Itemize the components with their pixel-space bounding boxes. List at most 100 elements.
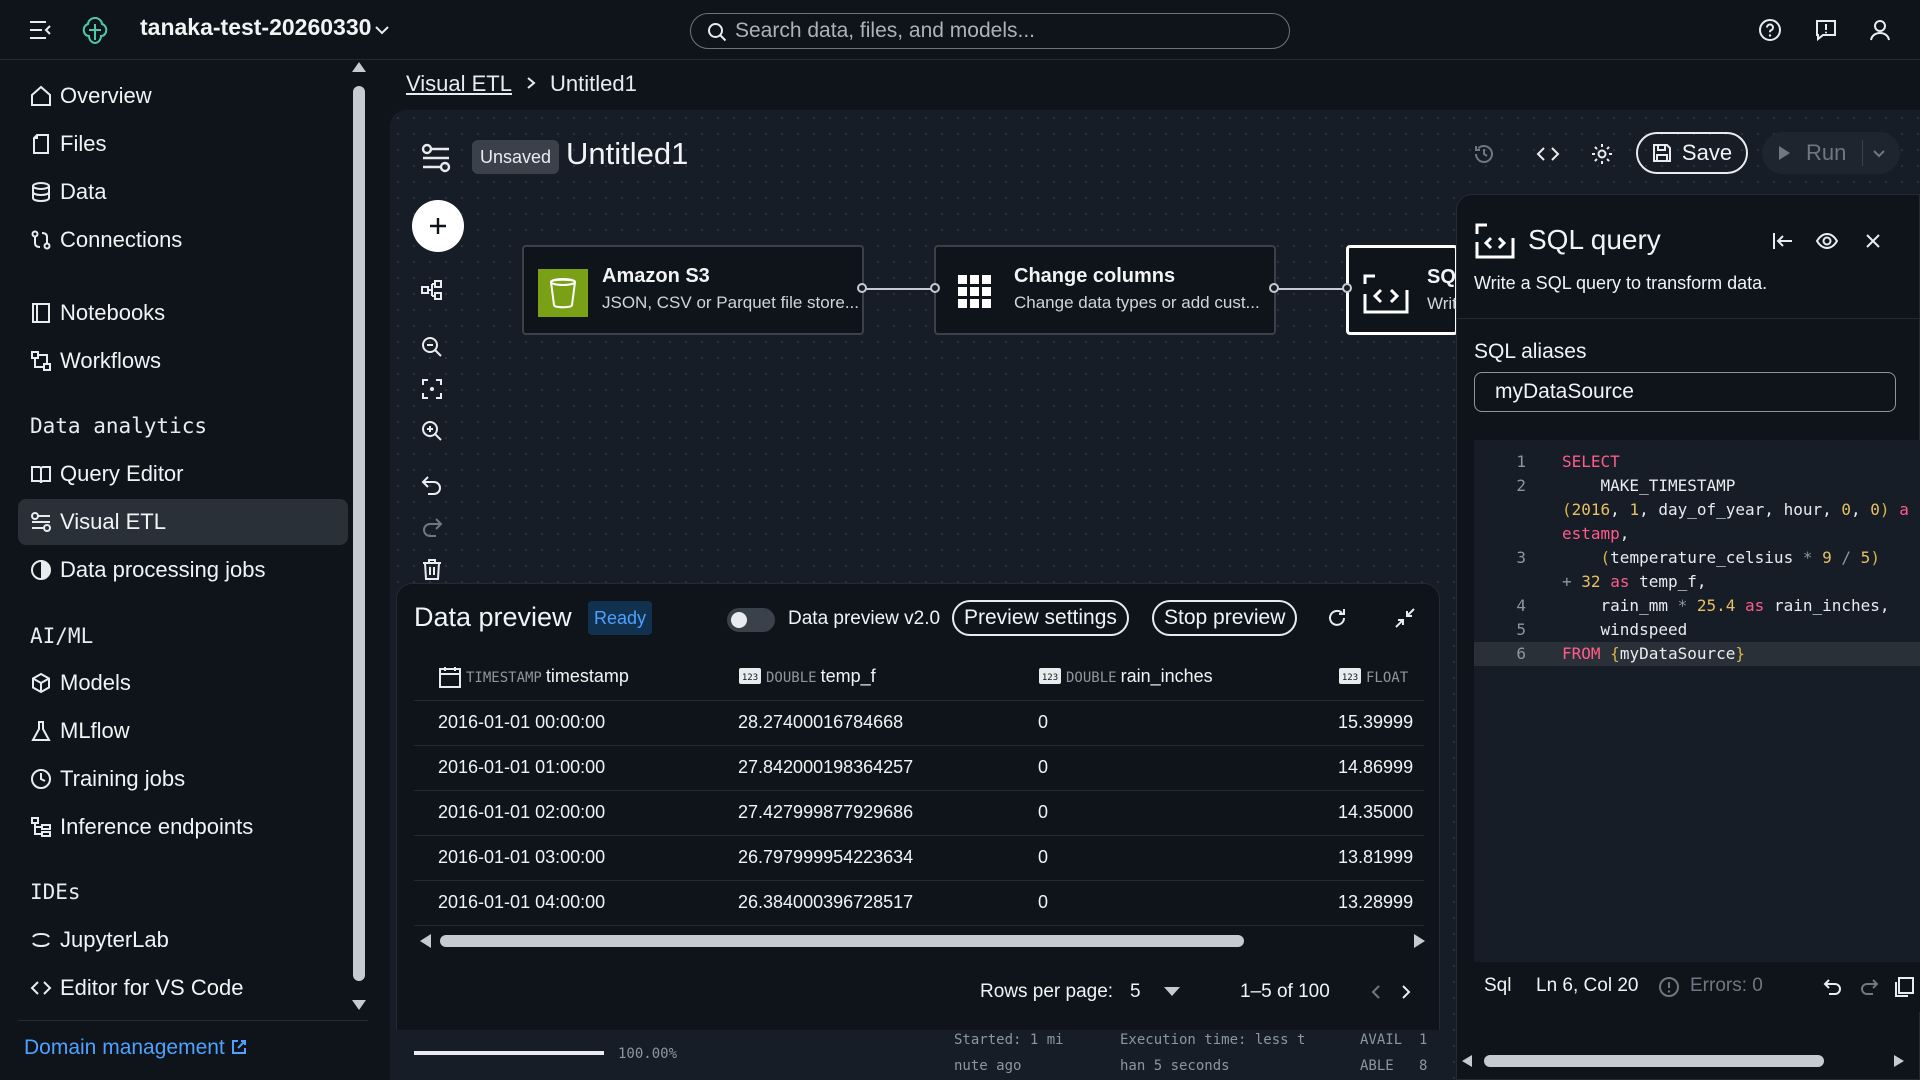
table-cell[interactable]: 0 — [1014, 790, 1314, 836]
sql-alias-input[interactable] — [1474, 372, 1896, 412]
table-cell[interactable]: 14.86999 — [1314, 745, 1424, 791]
node-change-columns[interactable]: Change columns Change data types or add … — [934, 245, 1276, 335]
sidebar-item-editor-vs-code[interactable]: Editor for VS Code — [18, 965, 348, 1011]
project-name[interactable]: tanaka-test-20260330 — [140, 14, 371, 41]
input-port[interactable] — [930, 283, 940, 293]
sidebar-item-notebooks[interactable]: Notebooks — [18, 290, 348, 336]
editor-horizontal-scrollbar[interactable] — [1484, 1055, 1824, 1067]
code-line[interactable]: 2 MAKE_TIMESTAMP — [1474, 474, 1920, 498]
add-node-button[interactable] — [412, 200, 464, 252]
feedback-icon[interactable] — [1814, 18, 1838, 42]
redo-icon[interactable] — [1858, 976, 1880, 998]
rows-per-page-select[interactable]: 5 — [1130, 981, 1141, 1003]
sidebar-item-jupyterlab[interactable]: JupyterLab — [18, 917, 348, 963]
node-amazon-s3[interactable]: Amazon S3 JSON, CSV or Parquet file stor… — [522, 245, 864, 335]
table-cell[interactable]: 13.81999 — [1314, 835, 1424, 881]
preview-eye-icon[interactable] — [1816, 230, 1838, 252]
sidebar-scrollbar[interactable] — [353, 86, 365, 981]
code-line[interactable]: 1 SELECT — [1474, 450, 1920, 474]
scroll-right-arrow[interactable] — [1414, 934, 1425, 948]
scroll-right-arrow[interactable] — [1894, 1055, 1904, 1067]
table-cell[interactable]: 0 — [1014, 835, 1314, 881]
sidebar-item-mlflow[interactable]: MLflow — [18, 708, 348, 754]
sidebar-item-connections[interactable]: Connections — [18, 217, 348, 263]
code-line[interactable]: + 32 as temp_f, — [1474, 570, 1920, 594]
scroll-left-arrow[interactable] — [420, 934, 431, 948]
sidebar-item-overview[interactable]: Overview — [18, 73, 348, 119]
run-button[interactable]: Run — [1762, 132, 1900, 174]
table-cell[interactable]: 0 — [1014, 745, 1314, 791]
column-header-timestamp[interactable]: TIMESTAMP timestamp — [414, 654, 714, 701]
domain-management-link[interactable]: Domain management — [24, 1036, 247, 1060]
code-line[interactable]: 6 FROM {myDataSource} — [1474, 642, 1920, 666]
collapse-panel-icon[interactable] — [1772, 230, 1794, 252]
table-cell[interactable]: 27.842000198364257 — [714, 745, 1014, 791]
redo-icon[interactable] — [420, 515, 444, 539]
table-cell[interactable]: 14.35000 — [1314, 790, 1424, 836]
sidebar-item-inference-endpoints[interactable]: Inference endpoints — [18, 804, 348, 850]
table-cell[interactable]: 2016-01-01 00:00:00 — [414, 700, 714, 746]
table-cell[interactable]: 26.797999954223634 — [714, 835, 1014, 881]
collapse-menu-icon[interactable] — [28, 18, 54, 42]
table-cell[interactable]: 2016-01-01 03:00:00 — [414, 835, 714, 881]
sidebar-item-files[interactable]: Files — [18, 121, 348, 167]
search-bar[interactable] — [690, 13, 1290, 49]
code-line[interactable]: (2016, 1, day_of_year, hour, 0, 0) a — [1474, 498, 1920, 522]
sidebar-item-training-jobs[interactable]: Training jobs — [18, 756, 348, 802]
column-header-float[interactable]: 123 FLOAT — [1314, 654, 1424, 701]
table-cell[interactable]: 27.427999877929686 — [714, 790, 1014, 836]
data-preview-v2-toggle[interactable] — [727, 608, 775, 632]
help-icon[interactable] — [1758, 18, 1782, 42]
table-horizontal-scrollbar[interactable] — [440, 935, 1244, 947]
refresh-icon[interactable] — [1326, 607, 1348, 629]
search-input[interactable] — [735, 18, 1275, 44]
history-icon[interactable] — [1472, 142, 1496, 166]
code-line[interactable]: 4 rain_mm * 25.4 as rain_inches, — [1474, 594, 1920, 618]
chevron-down-icon[interactable] — [372, 20, 392, 40]
user-icon[interactable] — [1868, 18, 1892, 42]
close-icon[interactable] — [1862, 230, 1884, 252]
node-sql-query[interactable]: SQ Writ — [1346, 245, 1458, 335]
output-port[interactable] — [857, 283, 867, 293]
output-port[interactable] — [1269, 283, 1279, 293]
sidebar-item-workflows[interactable]: Workflows — [18, 338, 348, 384]
zoom-in-icon[interactable] — [420, 419, 444, 443]
next-page-icon[interactable] — [1396, 983, 1414, 1001]
table-cell[interactable]: 13.28999 — [1314, 880, 1424, 926]
auto-layout-icon[interactable] — [420, 278, 444, 302]
code-line[interactable]: 5 windspeed — [1474, 618, 1920, 642]
sidebar-item-models[interactable]: Models — [18, 660, 348, 706]
undo-icon[interactable] — [1822, 976, 1844, 998]
sidebar-item-data-processing-jobs[interactable]: Data processing jobs — [18, 547, 348, 593]
column-header-temp-f[interactable]: 123 DOUBLE temp_f — [714, 654, 1014, 701]
chevron-down-icon[interactable] — [1870, 144, 1888, 162]
fit-view-icon[interactable] — [420, 377, 444, 401]
copy-icon[interactable] — [1894, 976, 1916, 998]
table-cell[interactable]: 0 — [1014, 700, 1314, 746]
table-cell[interactable]: 28.27400016784668 — [714, 700, 1014, 746]
table-cell[interactable]: 2016-01-01 01:00:00 — [414, 745, 714, 791]
zoom-out-icon[interactable] — [420, 335, 444, 359]
table-cell[interactable]: 2016-01-01 04:00:00 — [414, 880, 714, 926]
stop-preview-button[interactable]: Stop preview — [1152, 600, 1298, 636]
sidebar-item-query-editor[interactable]: Query Editor — [18, 451, 348, 497]
sidebar-item-visual-etl[interactable]: Visual ETL — [18, 499, 348, 545]
table-cell[interactable]: 0 — [1014, 880, 1314, 926]
scroll-left-arrow[interactable] — [1462, 1055, 1472, 1067]
undo-icon[interactable] — [420, 473, 444, 497]
settings-gear-icon[interactable] — [1590, 142, 1614, 166]
collapse-icon[interactable] — [1394, 607, 1416, 629]
input-port[interactable] — [1342, 283, 1352, 293]
table-cell[interactable]: 15.39999 — [1314, 700, 1424, 746]
code-line[interactable]: 3 (temperature_celsius * 9 / 5) — [1474, 546, 1920, 570]
table-cell[interactable]: 26.384000396728517 — [714, 880, 1014, 926]
job-title[interactable]: Untitled1 — [566, 136, 688, 172]
previous-page-icon[interactable] — [1368, 983, 1386, 1001]
caret-down-icon[interactable] — [1164, 987, 1180, 996]
scroll-up-arrow[interactable] — [352, 62, 366, 72]
app-logo-icon[interactable] — [80, 16, 110, 46]
table-cell[interactable]: 2016-01-01 02:00:00 — [414, 790, 714, 836]
preview-settings-button[interactable]: Preview settings — [952, 600, 1129, 636]
column-header-rain-inches[interactable]: 123 DOUBLE rain_inches — [1014, 654, 1314, 701]
save-button[interactable]: Save — [1636, 132, 1748, 174]
